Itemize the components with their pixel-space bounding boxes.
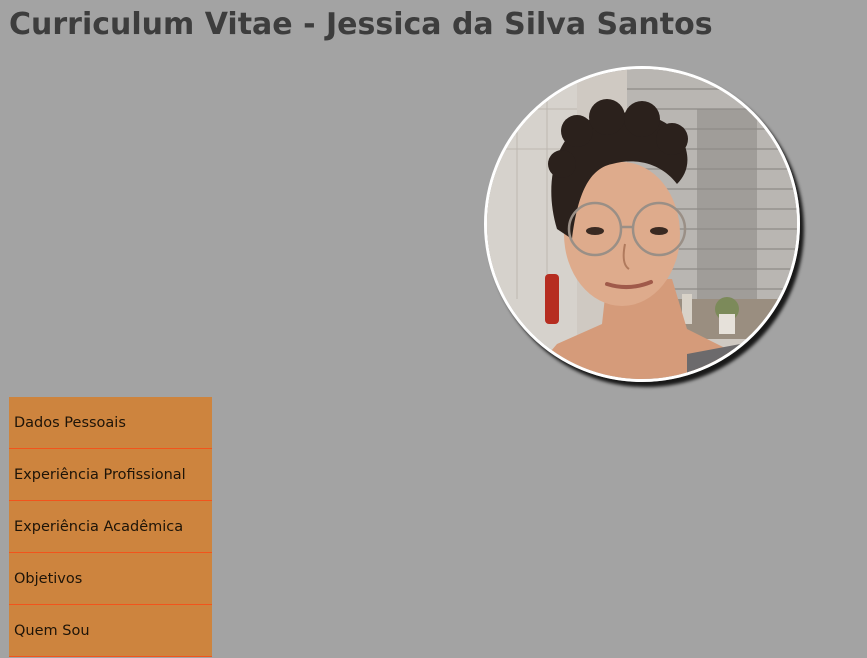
nav-item-experiencia-profissional[interactable]: Experiência Profissional [9, 449, 212, 501]
profile-photo [484, 66, 800, 382]
nav-item-label: Quem Sou [14, 623, 90, 639]
nav-item-label: Objetivos [14, 571, 83, 587]
nav-item-quem-sou[interactable]: Quem Sou [9, 605, 212, 657]
nav-item-objetivos[interactable]: Objetivos [9, 553, 212, 605]
section-nav-menu: Dados Pessoais Experiência Profissional … [9, 397, 212, 657]
nav-item-experiencia-academica[interactable]: Experiência Acadêmica [9, 501, 212, 553]
portrait-photo-icon [487, 69, 797, 379]
nav-item-label: Experiência Acadêmica [14, 519, 184, 535]
nav-item-dados-pessoais[interactable]: Dados Pessoais [9, 397, 212, 449]
nav-item-label: Experiência Profissional [14, 467, 186, 483]
nav-item-label: Dados Pessoais [14, 415, 126, 431]
page-title: Curriculum Vitae - Jessica da Silva Sant… [9, 7, 713, 42]
